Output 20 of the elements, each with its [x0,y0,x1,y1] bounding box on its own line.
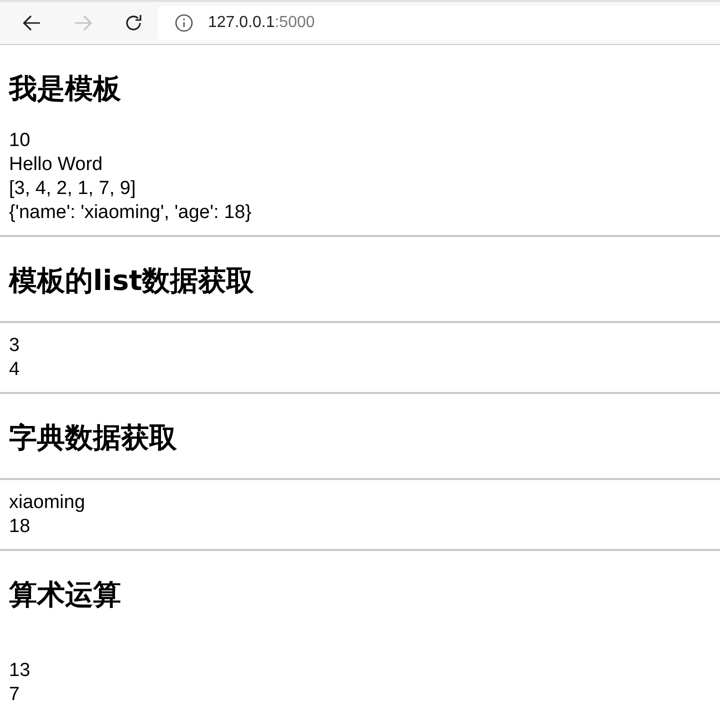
output-text: Hello Word [9,153,104,177]
address-bar[interactable]: 127.0.0.1:5000 [158,6,720,40]
url-host: 127.0.0.1 [208,14,275,31]
url-port: :5000 [274,14,315,31]
output-text: 13 [9,659,32,683]
output-text: [3, 4, 2, 1, 7, 9] [9,177,137,201]
section-heading: 我是模板 [9,72,122,106]
output-text: 10 [9,129,32,153]
output-text: 4 [9,358,21,382]
reload-icon[interactable] [124,13,144,33]
section-heading: 模板的list数据获取 [9,264,256,298]
output-text: 3 [9,334,21,358]
section-heading: 算术运算 [9,578,122,612]
output-text: 7 [9,683,21,707]
output-text: 18 [9,515,32,539]
info-icon[interactable] [175,14,193,32]
section-heading: 字典数据获取 [9,421,178,455]
output-text: {'name': 'xiaoming', 'age': 18} [9,201,253,225]
output-text: xiaoming [9,491,86,515]
back-icon[interactable] [22,13,42,33]
